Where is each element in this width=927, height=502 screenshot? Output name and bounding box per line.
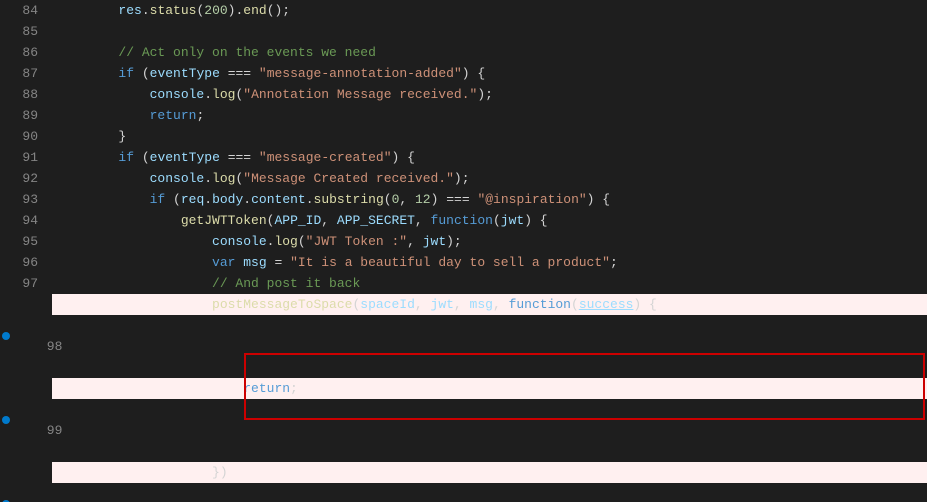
- code-line-87: 87 if (eventType === "message-annotation…: [0, 63, 927, 84]
- code-line-96: 96 var msg = "It is a beautiful day to s…: [0, 252, 927, 273]
- code-line-85: 85: [0, 21, 927, 42]
- code-line-89: 89 return;: [0, 105, 927, 126]
- code-line-100: 100 }): [0, 462, 927, 502]
- code-line-98: 98 postMessageToSpace(spaceId, jwt, msg,…: [0, 294, 927, 378]
- code-line-88: 88 console.log("Annotation Message recei…: [0, 84, 927, 105]
- code-line-84: 84 res.status(200).end();: [0, 0, 927, 21]
- code-line-90: 90 }: [0, 126, 927, 147]
- code-line-86: 86 // Act only on the events we need: [0, 42, 927, 63]
- code-line-91: 91 if (eventType === "message-created") …: [0, 147, 927, 168]
- code-line-94: 94 getJWTToken(APP_ID, APP_SECRET, funct…: [0, 210, 927, 231]
- code-editor: 84 res.status(200).end(); 85 86 // Act o…: [0, 0, 927, 502]
- code-line-99: 99 return;: [0, 378, 927, 462]
- code-line-93: 93 if (req.body.content.substring(0, 12)…: [0, 189, 927, 210]
- code-line-97: 97 // And post it back: [0, 273, 927, 294]
- code-line-92: 92 console.log("Message Created received…: [0, 168, 927, 189]
- code-line-95: 95 console.log("JWT Token :", jwt);: [0, 231, 927, 252]
